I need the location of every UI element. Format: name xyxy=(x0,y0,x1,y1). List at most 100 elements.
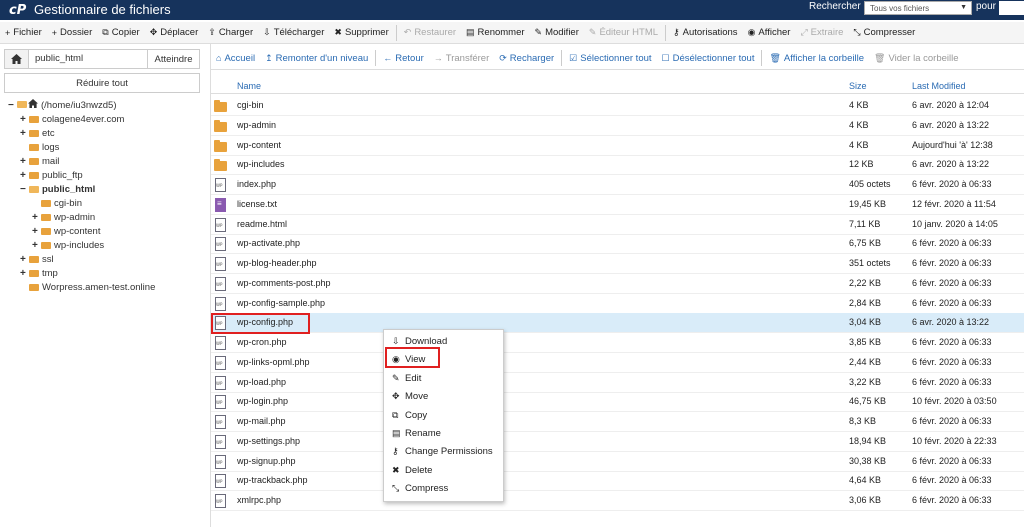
tree-item-ssl[interactable]: + ssl xyxy=(20,252,54,266)
table-row[interactable]: cgi-bin 4 KB 6 avr. 2020 à 12:04 xyxy=(211,96,1024,116)
expand-icon[interactable]: + xyxy=(32,240,40,251)
nav-retour-button[interactable]: ← Retour xyxy=(378,47,429,70)
table-row[interactable]: xmlrpc.php 3,06 KB 6 févr. 2020 à 06:33 xyxy=(211,491,1024,511)
table-row[interactable]: wp-admin 4 KB 6 avr. 2020 à 13:22 xyxy=(211,116,1024,136)
tree-item-public-html[interactable]: − public_html xyxy=(20,182,95,196)
table-row[interactable]: wp-mail.php 8,3 KB 6 févr. 2020 à 06:33 xyxy=(211,412,1024,432)
expand-icon[interactable]: + xyxy=(20,254,28,265)
table-row[interactable]: wp-activate.php 6,75 KB 6 févr. 2020 à 06:… xyxy=(211,234,1024,255)
tree-item-tmp[interactable]: + tmp xyxy=(20,266,58,280)
expand-icon[interactable]: + xyxy=(20,128,28,139)
toolbar-fichier-button[interactable]: + Fichier xyxy=(0,22,47,44)
tree-item-home-iu3nwzd5[interactable]: − (/home/iu3nwzd5) xyxy=(8,98,117,112)
column-header-name[interactable]: Name xyxy=(237,81,261,91)
folder-icon xyxy=(29,269,39,277)
nav-remonter-d-un-niveau-button[interactable]: ↥ Remonter d'un niveau xyxy=(260,47,373,70)
toolbar-label: Afficher xyxy=(758,27,791,38)
search-scope-select[interactable]: Tous vos fichiers ▼ xyxy=(864,1,972,15)
file-size: 2,22 KB xyxy=(849,277,882,288)
table-row[interactable]: wp-includes 12 KB 6 avr. 2020 à 13:22 xyxy=(211,155,1024,176)
path-input[interactable]: public_html xyxy=(29,50,147,68)
context-menu-label: Rename xyxy=(405,428,441,439)
table-row[interactable]: wp-load.php 3,22 KB 6 févr. 2020 à 06:33 xyxy=(211,373,1024,393)
expand-icon[interactable]: + xyxy=(32,226,40,237)
expand-icon[interactable]: + xyxy=(20,268,28,279)
tree-item-wp-includes[interactable]: + wp-includes xyxy=(32,238,104,252)
context-menu-delete[interactable]: ✖ Delete xyxy=(392,465,432,476)
collapse-all-button[interactable]: Réduire tout xyxy=(4,73,200,93)
toolbar-dossier-button[interactable]: + Dossier xyxy=(47,22,97,44)
table-row[interactable]: wp-links-opml.php 2,44 KB 6 févr. 2020 à 0… xyxy=(211,353,1024,373)
column-header-size[interactable]: Size xyxy=(849,81,867,91)
toolbar-editeur-html-button[interactable]: ✎ Éditeur HTML xyxy=(584,22,663,44)
tree-item-etc[interactable]: + etc xyxy=(20,126,55,140)
table-row[interactable]: wp-settings.php 18,94 KB 10 févr. 2020 à 2… xyxy=(211,432,1024,452)
go-button[interactable]: Atteindre xyxy=(147,50,199,68)
toolbar-charger-button[interactable]: ⇪ Charger xyxy=(203,22,258,44)
toolbar-renommer-button[interactable]: ▤ Renommer xyxy=(461,22,530,44)
tree-item-worpress-amen-test-online[interactable]: Worpress.amen-test.online xyxy=(20,280,155,294)
table-row[interactable]: wp-comments-post.php 2,22 KB 6 févr. 2020 … xyxy=(211,274,1024,294)
context-menu-rename[interactable]: ▤ Rename xyxy=(392,428,441,439)
toolbar-modifier-button[interactable]: ✎ Modifier xyxy=(530,22,584,44)
delete-icon: ✖ xyxy=(392,464,400,475)
table-row[interactable]: wp-config.php3,04 KB6 avr. 2020 à 13:22 xyxy=(211,313,1024,334)
table-row[interactable]: wp-config-sample.php 2,84 KB 6 févr. 2020 … xyxy=(211,294,1024,314)
table-row[interactable]: license.txt 19,45 KB 12 févr. 2020 à 11:54 xyxy=(211,195,1024,215)
toolbar-afficher-button[interactable]: ◉ Afficher xyxy=(743,22,796,44)
tree-item-colagene4ever-com[interactable]: + colagene4ever.com xyxy=(20,112,124,126)
compress-icon: ⤡ xyxy=(392,483,400,494)
nav-deselectionner-tout-button[interactable]: ☐ Désélectionner tout xyxy=(657,47,760,70)
table-row[interactable]: wp-trackback.php 4,64 KB 6 févr. 2020 à 06… xyxy=(211,471,1024,492)
context-menu-compress[interactable]: ⤡ Compress xyxy=(392,483,448,494)
toolbar-deplacer-button[interactable]: ✥ Déplacer xyxy=(145,22,204,44)
expand-icon[interactable]: + xyxy=(20,156,28,167)
tree-item-cgi-bin[interactable]: cgi-bin xyxy=(32,196,82,210)
table-row[interactable]: wp-cron.php 3,85 KB 6 févr. 2020 à 06:33 xyxy=(211,333,1024,353)
folder-open-icon xyxy=(29,185,39,193)
nav-transferer-button[interactable]: → Transférer xyxy=(429,47,494,70)
column-header-modified[interactable]: Last Modified xyxy=(912,81,966,91)
nav-recharger-button[interactable]: ⟳ Recharger xyxy=(494,47,559,70)
table-row[interactable]: wp-signup.php 30,38 KB 6 févr. 2020 à 06:3… xyxy=(211,452,1024,472)
tree-item-mail[interactable]: + mail xyxy=(20,154,59,168)
toolbar-copier-button[interactable]: ⧉ Copier xyxy=(97,22,144,44)
file-size: 3,04 KB xyxy=(849,317,882,328)
context-menu-edit[interactable]: ✎ Edit xyxy=(392,373,421,384)
toolbar-restaurer-button[interactable]: ↶ Restaurer xyxy=(399,22,461,44)
expand-icon[interactable]: + xyxy=(32,212,40,223)
table-row[interactable]: readme.html 7,11 KB 10 janv. 2020 à 14:05 xyxy=(211,215,1024,235)
expand-icon[interactable]: + xyxy=(20,114,28,125)
rename-icon: ▤ xyxy=(466,27,475,37)
toolbar-supprimer-button[interactable]: ✖ Supprimer xyxy=(329,22,393,44)
context-menu-move[interactable]: ✥ Move xyxy=(392,391,428,402)
expand-icon[interactable]: + xyxy=(20,170,28,181)
context-menu-change-permissions[interactable]: ⚷ Change Permissions xyxy=(392,446,493,457)
toolbar-compresser-button[interactable]: ⤡ Compresser xyxy=(848,22,920,44)
nav-vider-la-corbeille-button[interactable]: 🗑 Vider la corbeille xyxy=(869,47,964,70)
download-icon: ⇩ xyxy=(392,336,400,346)
collapse-icon[interactable]: − xyxy=(8,100,16,111)
cpanel-logo[interactable]: cP xyxy=(9,3,26,18)
tree-item-logs[interactable]: logs xyxy=(20,140,59,154)
table-row[interactable]: wp-login.php 46,75 KB 10 févr. 2020 à 03:5… xyxy=(211,392,1024,413)
folder-icon xyxy=(41,227,51,235)
context-menu-copy[interactable]: ⧉ Copy xyxy=(392,410,427,421)
toolbar-extraire-button[interactable]: ⤢ Extraire xyxy=(795,22,848,44)
tree-item-wp-content[interactable]: + wp-content xyxy=(32,224,100,238)
level-up-icon: ↥ xyxy=(265,52,273,63)
table-row[interactable]: wp-content 4 KB Aujourd'hui 'à' 12:38 xyxy=(211,136,1024,156)
collapse-icon[interactable]: − xyxy=(20,184,28,195)
nav-afficher-la-corbeille-button[interactable]: 🗑 Afficher la corbeille xyxy=(764,47,869,70)
nav-selectionner-tout-button[interactable]: ☑ Sélectionner tout xyxy=(564,47,656,70)
toolbar-autorisations-button[interactable]: ⚷ Autorisations xyxy=(668,22,743,44)
home-icon[interactable] xyxy=(5,50,29,68)
search-input[interactable] xyxy=(999,1,1024,15)
tree-item-wp-admin[interactable]: + wp-admin xyxy=(32,210,95,224)
tree-item-public-ftp[interactable]: + public_ftp xyxy=(20,168,83,182)
context-menu-download[interactable]: ⇩ Download xyxy=(392,336,447,347)
nav-accueil-button[interactable]: ⌂ Accueil xyxy=(211,47,260,70)
table-row[interactable]: index.php 405 octets 6 févr. 2020 à 06:33 xyxy=(211,175,1024,195)
toolbar-telecharger-button[interactable]: ⇩ Télécharger xyxy=(258,22,329,44)
table-row[interactable]: wp-blog-header.php 351 octets 6 févr. 2020… xyxy=(211,254,1024,274)
